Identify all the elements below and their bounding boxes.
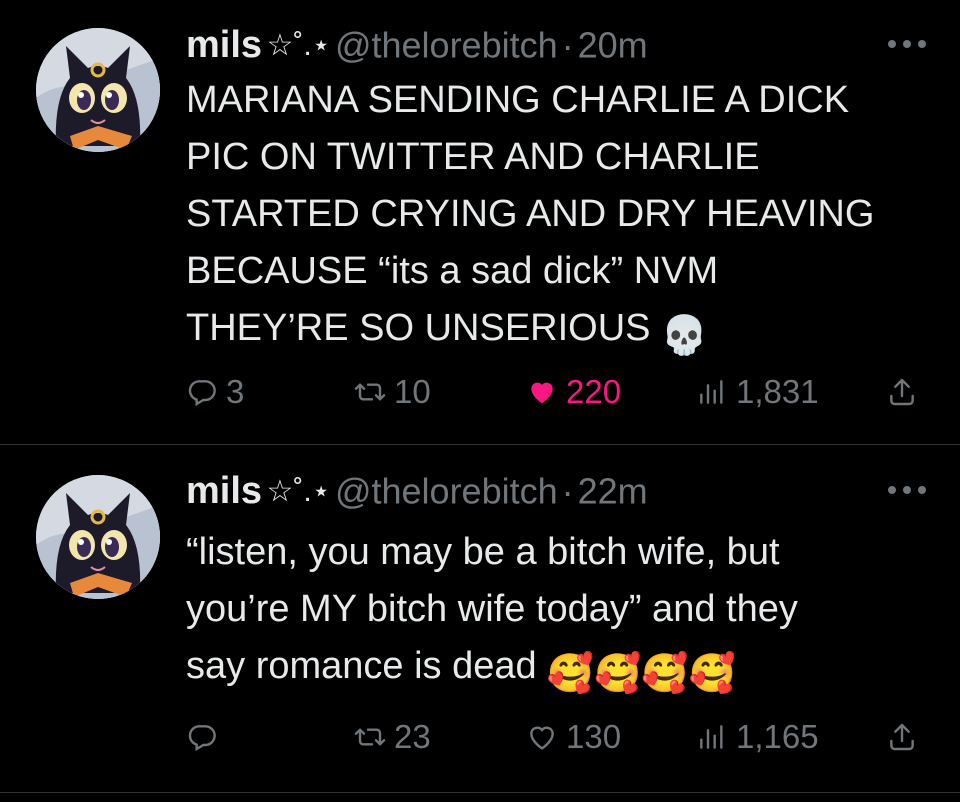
- timestamp[interactable]: 20m: [578, 25, 648, 66]
- share-icon: [886, 721, 918, 753]
- reply-icon: [186, 376, 218, 408]
- tweet[interactable]: mils ☆˚.⋆ @thelorebitch · 22m “listen, you…: [0, 445, 960, 792]
- reply-button[interactable]: [186, 717, 226, 757]
- separator-dot: ·: [561, 24, 574, 66]
- tweet-text: MARIANA SENDING CHARLIE A DICK PIC ON TW…: [186, 72, 946, 365]
- tweet-header: mils ☆˚.⋆ @thelorebitch · 20m: [186, 24, 930, 68]
- views-icon: [696, 376, 728, 408]
- reply-icon: [186, 721, 218, 753]
- like-button[interactable]: 130: [526, 717, 621, 757]
- name-decoration: ☆˚.⋆: [266, 29, 331, 62]
- tweet-header: mils ☆˚.⋆ @thelorebitch · 22m: [186, 470, 930, 514]
- more-icon[interactable]: [884, 480, 930, 500]
- action-bar: 3 10 220 1,831: [186, 372, 926, 412]
- avatar[interactable]: [36, 28, 160, 152]
- retweet-button[interactable]: 10: [354, 372, 431, 412]
- skull-emoji: 💀: [660, 315, 708, 357]
- reply-count: 3: [226, 373, 245, 410]
- action-bar: 23 130 1,165: [186, 717, 926, 757]
- handle[interactable]: @thelorebitch: [335, 471, 558, 512]
- smiling-hearts-emoji: 🥰🥰🥰🥰: [546, 653, 736, 695]
- tweet-text: “listen, you may be a bitch wife, but yo…: [186, 524, 946, 703]
- retweet-count: 10: [394, 373, 431, 410]
- views-count: 1,165: [736, 718, 819, 755]
- views-icon: [696, 721, 728, 753]
- like-count: 130: [566, 718, 622, 755]
- more-icon[interactable]: [884, 34, 930, 54]
- handle[interactable]: @thelorebitch: [335, 25, 558, 66]
- retweet-icon: [354, 721, 386, 753]
- avatar[interactable]: [36, 475, 160, 599]
- retweet-icon: [354, 376, 386, 408]
- display-name[interactable]: mils: [186, 470, 262, 512]
- share-icon: [886, 376, 918, 408]
- heart-icon: [526, 721, 558, 753]
- tweet[interactable]: mils ☆˚.⋆ @thelorebitch · 20m MARIANA SEND…: [0, 0, 960, 444]
- views-button[interactable]: 1,831: [696, 372, 819, 412]
- divider: [0, 792, 960, 793]
- like-button[interactable]: 220: [526, 372, 621, 412]
- timestamp[interactable]: 22m: [578, 471, 648, 512]
- tweet-text-content: MARIANA SENDING CHARLIE A DICK PIC ON TW…: [186, 79, 875, 349]
- share-button[interactable]: [886, 372, 926, 412]
- reply-button[interactable]: 3: [186, 372, 244, 412]
- views-button[interactable]: 1,165: [696, 717, 819, 757]
- retweet-count: 23: [394, 718, 431, 755]
- display-name[interactable]: mils: [186, 24, 262, 66]
- retweet-button[interactable]: 23: [354, 717, 431, 757]
- views-count: 1,831: [736, 373, 819, 410]
- separator-dot: ·: [561, 470, 574, 512]
- name-decoration: ☆˚.⋆: [266, 475, 331, 508]
- like-count: 220: [566, 373, 622, 410]
- heart-icon: [526, 376, 558, 408]
- share-button[interactable]: [886, 717, 926, 757]
